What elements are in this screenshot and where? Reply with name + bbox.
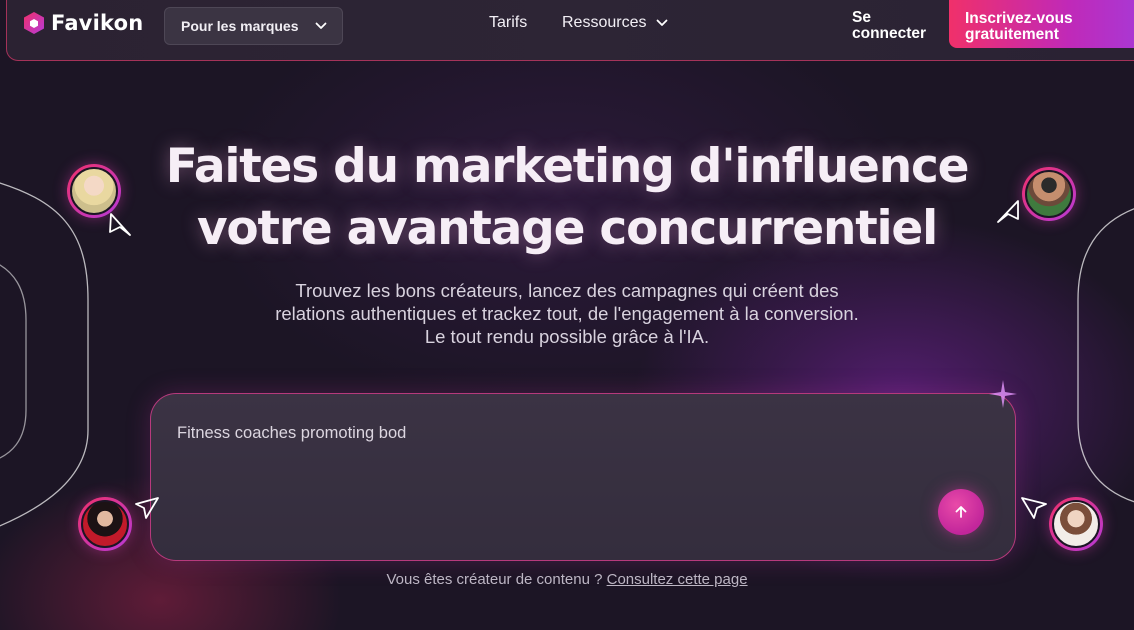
nav-resources-menu[interactable]: Ressources — [562, 14, 668, 32]
audience-select-label: Pour les marques — [181, 18, 299, 34]
chevron-down-icon — [657, 19, 668, 26]
signup-button[interactable]: Inscrivez-vous gratuitement — [949, 0, 1134, 48]
top-navbar: Favikon Pour les marques Tarifs Ressourc… — [6, 0, 1134, 61]
nav-pricing-label: Tarifs — [489, 14, 528, 31]
hero-headline-line-2: votre avantage concurrentiel — [197, 201, 938, 256]
brand-logo[interactable]: Favikon — [23, 10, 143, 36]
search-prompt-input[interactable]: Fitness coaches promoting bod — [177, 424, 877, 443]
hero-headline: Faites du marketing d'influence votre av… — [0, 136, 1134, 260]
creator-avatar — [78, 497, 132, 551]
send-button[interactable] — [938, 489, 984, 535]
creator-cta-text: Vous êtes créateur de contenu ? — [386, 571, 603, 588]
brand-name: Favikon — [51, 11, 144, 35]
hero-subtitle-line-2: relations authentiques et trackez tout, … — [275, 303, 859, 324]
search-prompt-box[interactable]: Fitness coaches promoting bod — [150, 393, 1016, 561]
pointer-cursor-icon — [109, 213, 131, 236]
nav-resources-label: Ressources — [562, 14, 647, 31]
pointer-cursor-icon — [997, 200, 1019, 223]
pointer-cursor-icon — [135, 497, 159, 519]
creator-cta: Vous êtes créateur de contenu ? Consulte… — [0, 571, 1134, 588]
arrow-up-icon — [955, 506, 967, 518]
hexagon-logo-icon — [24, 12, 44, 34]
chevron-down-icon — [315, 22, 327, 29]
hero-headline-line-1: Faites du marketing d'influence — [165, 139, 970, 194]
login-link[interactable]: Se connecter — [852, 10, 942, 42]
hero-subtitle-line-3: Le tout rendu possible grâce à l'IA. — [424, 326, 710, 347]
hero-subtitle: Trouvez les bons créateurs, lancez des c… — [0, 279, 1134, 348]
creator-page-link[interactable]: Consultez cette page — [607, 571, 748, 588]
creator-avatar — [1049, 497, 1103, 551]
nav-pricing-link[interactable]: Tarifs — [489, 14, 527, 32]
landing-page: Favikon Pour les marques Tarifs Ressourc… — [0, 0, 1134, 630]
creator-avatar — [1022, 167, 1076, 221]
hero-subtitle-line-1: Trouvez les bons créateurs, lancez des c… — [295, 280, 839, 301]
audience-select[interactable]: Pour les marques — [164, 7, 343, 45]
pointer-cursor-icon — [1021, 497, 1047, 519]
